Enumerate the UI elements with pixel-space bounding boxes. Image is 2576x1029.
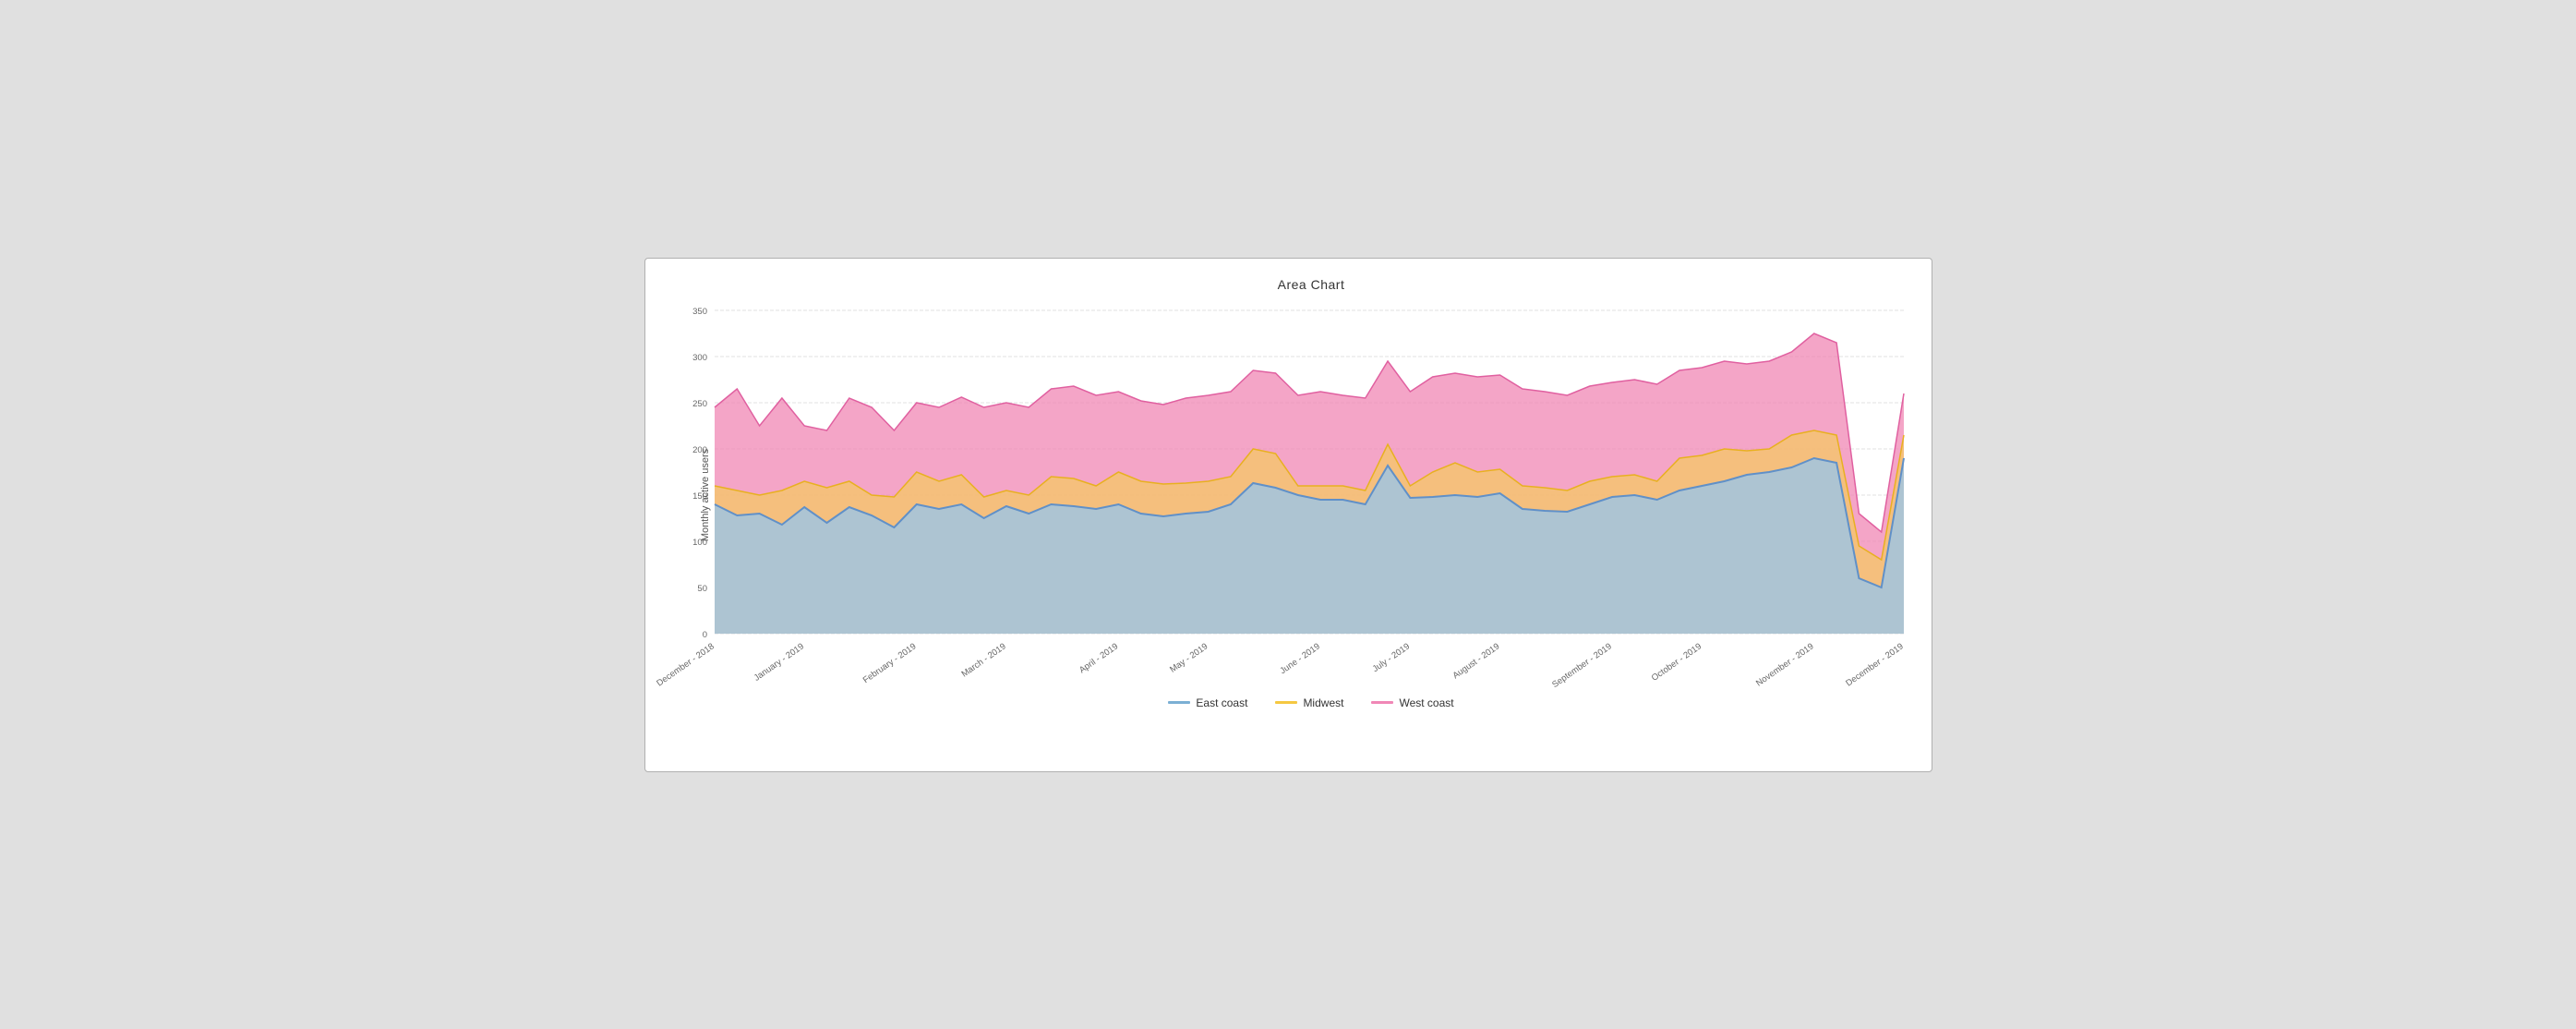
svg-text:August - 2019: August - 2019 — [1451, 641, 1501, 681]
chart-legend: East coast Midwest West coast — [710, 696, 1913, 709]
svg-text:September - 2019: September - 2019 — [1550, 641, 1614, 690]
midwest-legend-line — [1275, 701, 1297, 704]
east-coast-legend-label: East coast — [1196, 696, 1247, 709]
svg-text:February - 2019: February - 2019 — [861, 641, 918, 685]
chart-title: Area Chart — [710, 277, 1913, 292]
chart-svg: 050100150200250300350December - 2018Janu… — [710, 301, 1913, 689]
midwest-legend-label: Midwest — [1303, 696, 1343, 709]
svg-text:0: 0 — [702, 630, 706, 640]
legend-west-coast: West coast — [1371, 696, 1453, 709]
svg-text:December - 2018: December - 2018 — [655, 641, 716, 688]
chart-area: Monthly active users 0501001502002503003… — [710, 301, 1913, 689]
svg-text:October - 2019: October - 2019 — [1649, 641, 1703, 683]
svg-text:June - 2019: June - 2019 — [1278, 641, 1321, 676]
svg-text:November - 2019: November - 2019 — [1754, 641, 1815, 688]
west-coast-legend-line — [1371, 701, 1393, 704]
legend-east-coast: East coast — [1168, 696, 1247, 709]
svg-text:250: 250 — [692, 399, 707, 409]
svg-text:350: 350 — [692, 307, 707, 317]
y-axis-label: Monthly active users — [700, 448, 711, 540]
west-coast-legend-label: West coast — [1399, 696, 1453, 709]
svg-text:January - 2019: January - 2019 — [752, 641, 805, 683]
legend-midwest: Midwest — [1275, 696, 1343, 709]
svg-text:May - 2019: May - 2019 — [1168, 641, 1210, 674]
svg-text:April - 2019: April - 2019 — [1077, 641, 1120, 675]
svg-text:December - 2019: December - 2019 — [1844, 641, 1905, 688]
east-coast-legend-line — [1168, 701, 1190, 704]
svg-text:March - 2019: March - 2019 — [959, 641, 1007, 679]
svg-text:300: 300 — [692, 353, 707, 363]
chart-container: Area Chart Monthly active users 05010015… — [644, 258, 1932, 772]
svg-text:50: 50 — [697, 584, 707, 594]
svg-text:July - 2019: July - 2019 — [1370, 641, 1411, 674]
